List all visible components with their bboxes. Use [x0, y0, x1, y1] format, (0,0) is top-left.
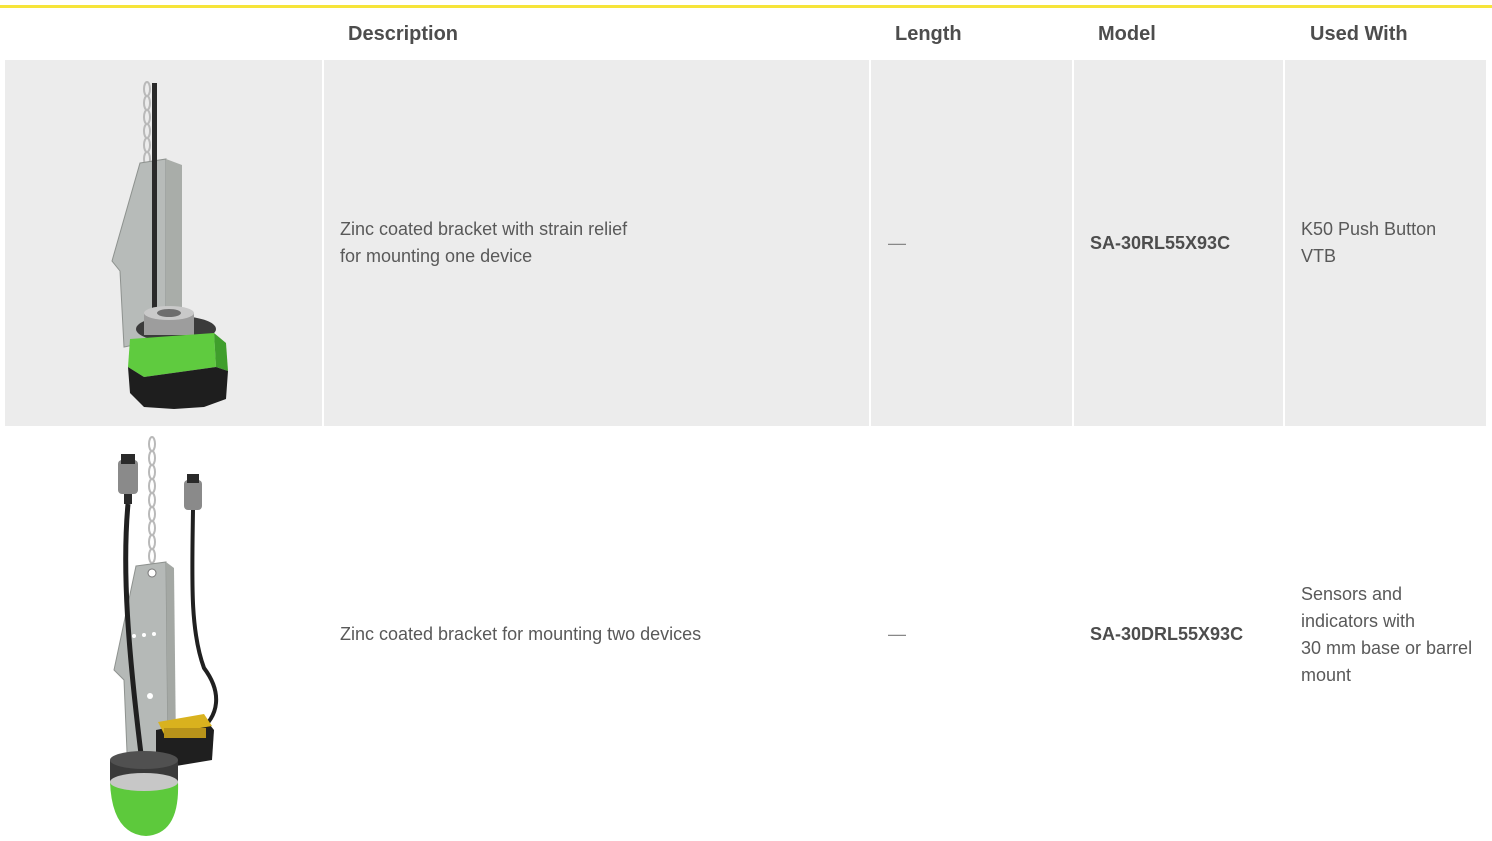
length-cell: — — [871, 60, 1072, 426]
used-with-cell: Sensors and indicators with 30 mm base o… — [1285, 428, 1486, 841]
header-model: Model — [1098, 23, 1156, 45]
dual-device-bracket-image — [109, 435, 218, 836]
model-number: SA-30RL55X93C — [1090, 232, 1231, 253]
single-device-bracket-image — [110, 80, 228, 409]
length-value: — — [888, 232, 906, 253]
header-description: Description — [348, 23, 459, 45]
description-text: Zinc coated bracket with strain relief f… — [340, 219, 628, 266]
model-cell: SA-30DRL55X93C — [1074, 428, 1283, 841]
description-cell: Zinc coated bracket for mounting two dev… — [324, 428, 869, 841]
header-length: Length — [895, 23, 962, 45]
table-header: Description Length Model Used With — [0, 8, 1492, 60]
table-row: Zinc coated bracket for mounting two dev… — [0, 428, 1492, 841]
product-image-cell — [5, 60, 322, 426]
used-with-text: K50 Push Button VTB — [1301, 219, 1437, 266]
description-cell: Zinc coated bracket with strain relief f… — [324, 60, 869, 426]
table-row: Zinc coated bracket with strain relief f… — [0, 60, 1492, 426]
used-with-text: Sensors and indicators with 30 mm base o… — [1301, 583, 1473, 685]
header-used-with: Used With — [1310, 23, 1408, 45]
product-image-cell — [5, 428, 322, 841]
model-number: SA-30DRL55X93C — [1090, 624, 1244, 644]
used-with-cell: K50 Push Button VTB — [1285, 60, 1486, 426]
model-cell: SA-30RL55X93C — [1074, 60, 1283, 426]
length-cell: — — [871, 428, 1072, 841]
description-text: Zinc coated bracket for mounting two dev… — [340, 624, 702, 644]
length-value: — — [888, 624, 906, 644]
